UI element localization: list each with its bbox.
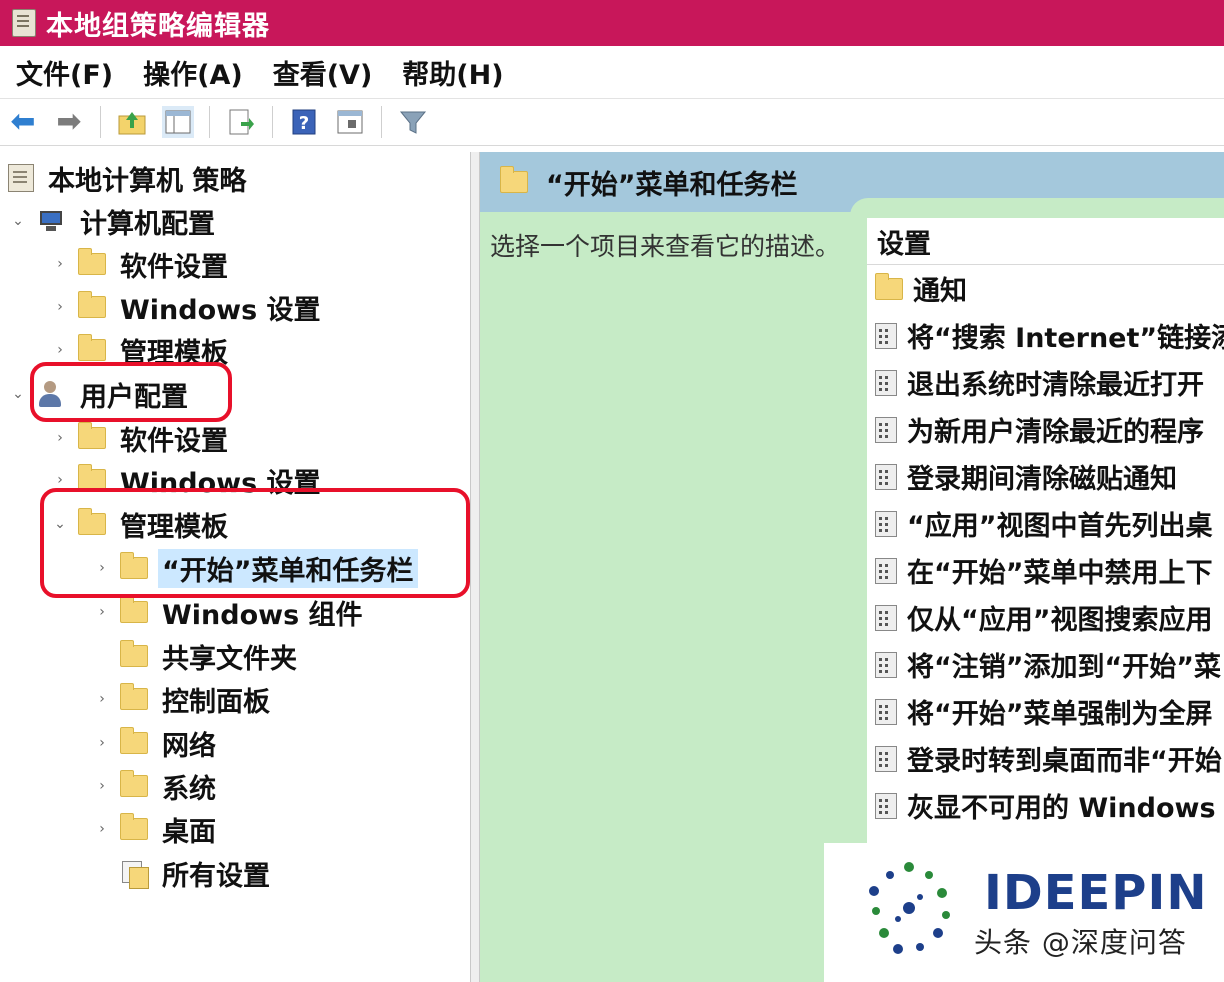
policy-setting-icon <box>875 745 897 772</box>
folder-icon <box>120 770 148 797</box>
policy-editor-icon <box>12 9 36 37</box>
filter-icon[interactable] <box>397 106 429 138</box>
folder-icon <box>78 248 106 275</box>
settings-row[interactable]: 将“开始”菜单强制为全屏 <box>867 688 1224 735</box>
settings-row[interactable]: 将“搜索 Internet”链接添 <box>867 312 1224 359</box>
settings-row[interactable]: 在“开始”菜单中禁用上下 <box>867 547 1224 594</box>
tree-windows-components[interactable]: › Windows 组件 <box>92 592 367 632</box>
chevron-right-icon[interactable]: › <box>92 778 112 794</box>
menu-file[interactable]: 文件(F) <box>16 53 113 92</box>
folder-icon <box>120 727 148 754</box>
watermark-caption: 头条 @深度问答 <box>974 926 1187 959</box>
window-title: 本地组策略编辑器 <box>46 10 270 42</box>
chevron-right-icon[interactable]: › <box>50 342 70 358</box>
details-title: “开始”菜单和任务栏 <box>546 169 798 201</box>
chevron-right-icon[interactable]: › <box>92 604 112 620</box>
settings-row[interactable]: 将“注销”添加到“开始”菜 <box>867 641 1224 688</box>
title-bar: 本地组策略编辑器 <box>0 0 1224 46</box>
tree-all-settings[interactable]: 所有设置 <box>92 853 274 893</box>
chevron-down-icon[interactable]: ⌄ <box>8 386 28 402</box>
toolbar-separator <box>381 106 382 138</box>
chevron-right-icon[interactable]: › <box>92 821 112 837</box>
tree-cc-windows[interactable]: › Windows 设置 <box>50 287 325 327</box>
tree-uc-software[interactable]: › 软件设置 <box>50 418 232 458</box>
tree-desktop[interactable]: › 桌面 <box>92 809 220 849</box>
chevron-down-icon[interactable]: ⌄ <box>8 213 28 229</box>
view-icon[interactable] <box>334 106 366 138</box>
policy-setting-icon <box>875 416 897 443</box>
menu-help[interactable]: 帮助(H) <box>402 53 503 92</box>
policy-doc-icon <box>8 164 34 192</box>
policy-setting-icon <box>875 557 897 584</box>
policy-setting-icon <box>875 698 897 725</box>
tree-shared-folders[interactable]: 共享文件夹 <box>92 636 301 676</box>
show-hide-tree-icon[interactable] <box>162 106 194 138</box>
toolbar: ⬅ ➡ ? <box>0 99 1224 146</box>
folder-icon <box>120 596 148 623</box>
tree-pane: 本地计算机 策略 ⌄ 计算机配置 › 软件设置 › Windows 设置 › 管… <box>0 152 470 982</box>
chevron-right-icon[interactable]: › <box>50 299 70 315</box>
settings-row[interactable]: 为新用户清除最近的程序 <box>867 406 1224 453</box>
tree-cc-software[interactable]: › 软件设置 <box>50 244 232 284</box>
folder-icon <box>120 813 148 840</box>
folder-icon <box>78 422 106 449</box>
policy-setting-icon <box>875 510 897 537</box>
toolbar-separator <box>209 106 210 138</box>
chevron-right-icon[interactable]: › <box>92 735 112 751</box>
folder-icon <box>875 272 903 300</box>
export-list-icon[interactable] <box>225 106 257 138</box>
all-settings-icon <box>120 859 149 889</box>
watermark-brand: IDEEPIN <box>984 865 1208 921</box>
chevron-right-icon[interactable]: › <box>50 472 70 488</box>
watermark: IDEEPIN 头条 @深度问答 <box>824 843 1224 982</box>
highlight-box-start-taskbar <box>40 488 470 598</box>
ideepin-logo-icon <box>869 862 950 954</box>
settings-row[interactable]: 退出系统时清除最近打开 <box>867 359 1224 406</box>
toolbar-separator <box>100 106 101 138</box>
folder-icon <box>78 291 106 318</box>
policy-setting-icon <box>875 792 897 819</box>
settings-column-header[interactable]: 设置 <box>867 218 1224 265</box>
tree-control-panel[interactable]: › 控制面板 <box>92 679 274 719</box>
menu-action[interactable]: 操作(A) <box>143 53 243 92</box>
policy-setting-icon <box>875 322 897 349</box>
settings-row[interactable]: “应用”视图中首先列出桌 <box>867 500 1224 547</box>
policy-setting-icon <box>875 463 897 490</box>
folder-icon <box>78 334 106 361</box>
toolbar-separator <box>272 106 273 138</box>
up-folder-icon[interactable] <box>116 106 148 138</box>
tree-system[interactable]: › 系统 <box>92 766 220 806</box>
tree-network[interactable]: › 网络 <box>92 723 220 763</box>
settings-row[interactable]: 仅从“应用”视图搜索应用 <box>867 594 1224 641</box>
policy-setting-icon <box>875 604 897 631</box>
tree-root[interactable]: 本地计算机 策略 <box>8 158 250 198</box>
folder-icon <box>120 683 148 710</box>
folder-icon <box>120 640 148 667</box>
settings-row[interactable]: 登录期间清除磁贴通知 <box>867 453 1224 500</box>
chevron-right-icon[interactable]: › <box>92 691 112 707</box>
folder-icon <box>500 166 528 193</box>
chevron-right-icon[interactable]: › <box>50 256 70 272</box>
highlight-box-user-config <box>30 362 232 422</box>
policy-setting-icon <box>875 651 897 678</box>
policy-setting-icon <box>875 369 897 396</box>
forward-icon[interactable]: ➡ <box>53 106 85 138</box>
svg-text:?: ? <box>299 113 309 134</box>
settings-row[interactable]: 灰显不可用的 Windows <box>867 782 1224 829</box>
settings-row[interactable]: 通知 <box>867 265 1224 312</box>
settings-row[interactable]: 登录时转到桌面而非“开始 <box>867 735 1224 782</box>
menu-view[interactable]: 查看(V) <box>273 53 373 92</box>
help-icon[interactable]: ? <box>288 106 320 138</box>
pane-splitter[interactable] <box>470 152 480 982</box>
chevron-right-icon[interactable]: › <box>50 430 70 446</box>
back-icon[interactable]: ⬅ <box>7 106 39 138</box>
description-text: 选择一个项目来查看它的描述。 <box>490 232 841 261</box>
tree-computer-config[interactable]: ⌄ 计算机配置 <box>8 201 219 241</box>
menu-bar: 文件(F) 操作(A) 查看(V) 帮助(H) <box>0 46 1224 99</box>
computer-icon <box>36 209 66 233</box>
